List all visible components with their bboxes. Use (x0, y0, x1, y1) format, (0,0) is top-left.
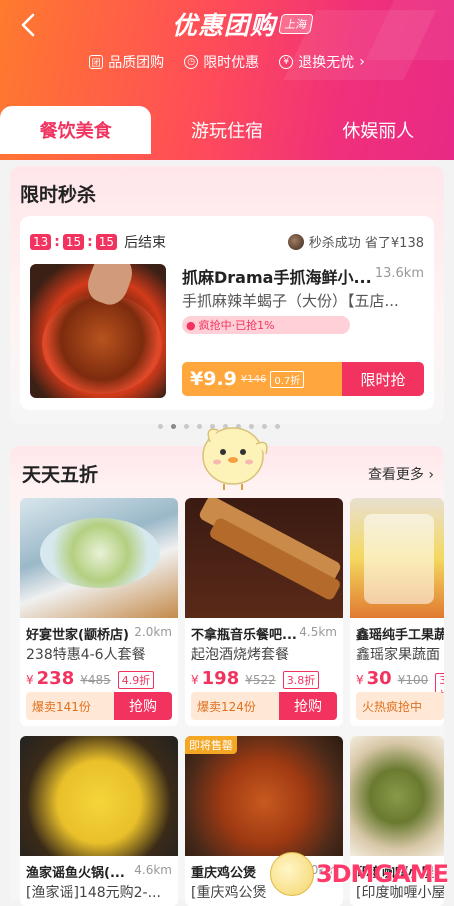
deal-card[interactable]: 鑫瑶纯手工果蔬 鑫瑶家果蔬面 ¥30 ¥100 3折 火热疯抢中 (350, 498, 444, 726)
grab-button[interactable]: 抢购 (114, 692, 172, 720)
deal-name: 重庆鸡公煲 (191, 866, 257, 881)
deal-name: 鑫瑶纯手工果蔬 (356, 628, 444, 643)
feature-strip: 团 品质团购 ◷ 限时优惠 ¥ 退换无忧 › (0, 52, 454, 72)
section-title: 天天五折 (22, 464, 99, 486)
deal-image (350, 498, 444, 618)
flash-buy-bar[interactable]: ¥9.9 ¥146 0.7折 限时抢 (182, 362, 424, 396)
flame-icon: ● (186, 318, 196, 332)
watermark-text: 3DMGAME (315, 860, 449, 888)
hot-progress: ● 疯抢中·已抢1% (182, 316, 350, 334)
sold-out-soon-badge: 即将售罄 (185, 736, 237, 754)
seckill-text: 秒杀成功 省了¥138 (308, 236, 424, 251)
decorative-shape (366, 0, 454, 60)
deal-distance: 2.0km (134, 625, 172, 639)
sold-count: 火热疯抢中 (356, 692, 444, 720)
product-desc: 手抓麻辣羊蝎子（大份）【五店... (182, 292, 399, 310)
deal-price: ¥238 ¥485 4.9折 (26, 668, 155, 689)
deal-desc: 238特惠4-6人套餐 (26, 647, 146, 663)
timer-minutes: 15 (62, 234, 85, 250)
deal-image (185, 498, 343, 618)
tab-travel[interactable]: 游玩住宿 (151, 106, 302, 154)
deal-card[interactable]: 好宴世家(颛桥店) 2.0km 238特惠4-6人套餐 ¥238 ¥485 4.… (20, 498, 178, 726)
back-arrow-icon[interactable] (14, 10, 44, 40)
sale-price: ¥9.9 (190, 368, 237, 390)
feature-refund[interactable]: ¥ 退换无忧 › (279, 52, 365, 72)
deal-card[interactable]: 渔家谣鱼火锅(... 4.6km [渔家谣]148元购2-... (20, 736, 178, 906)
deal-image: 即将售罄 (185, 736, 343, 856)
see-more-link[interactable]: 查看更多 › (368, 464, 434, 484)
discount-badge: 0.7折 (270, 370, 305, 388)
deal-name: 渔家谣鱼火锅(... (26, 866, 125, 881)
group-buy-icon: 团 (89, 55, 104, 69)
countdown-timer: 13 : 15 : 15 后结束 (30, 232, 166, 252)
avatar (287, 233, 304, 250)
category-tabs: 餐饮美食 游玩住宿 休娱丽人 (0, 106, 454, 154)
deal-image (20, 498, 178, 618)
carousel-dot[interactable] (171, 424, 176, 429)
deal-buy-bar: 爆卖141份 抢购 (26, 692, 172, 720)
deal-buy-bar: 爆卖124份 抢购 (191, 692, 337, 720)
price-block: ¥9.9 ¥146 0.7折 (182, 362, 342, 396)
watermark: 3DMGAME (269, 852, 449, 896)
deal-desc: 起泡酒烧烤套餐 (191, 647, 289, 663)
deal-image (20, 736, 178, 856)
deal-card[interactable]: 不拿瓶音乐餐吧... 4.5km 起泡酒烧烤套餐 ¥198 ¥522 3.8折 … (185, 498, 343, 726)
watermark-mascot-icon (269, 852, 314, 896)
feature-label: 品质团购 (108, 55, 165, 71)
product-name: 抓麻Drama手抓海鲜小... (182, 268, 372, 287)
feature-limited: ◷ 限时优惠 (184, 52, 259, 72)
timer-hours: 13 (30, 234, 52, 250)
deal-distance: 4.5km (299, 625, 337, 639)
deal-desc: [重庆鸡公煲 (191, 885, 267, 901)
flash-sale-card[interactable]: 13 : 15 : 15 后结束 秒杀成功 省了¥138 抓麻Drama手抓海鲜… (20, 216, 434, 410)
carousel-dot[interactable] (184, 424, 189, 429)
deal-image (350, 736, 444, 856)
product-distance: 13.6km (374, 266, 424, 281)
section-title: 限时秒杀 (20, 184, 97, 206)
grab-button[interactable]: 抢购 (279, 692, 337, 720)
page-title: 优惠团购 (172, 11, 277, 40)
feature-label: 退换无忧 (298, 55, 355, 71)
original-price: ¥146 (240, 373, 267, 385)
clock-icon: ◷ (184, 55, 199, 69)
sold-count: 爆卖124份 (191, 692, 279, 720)
product-image[interactable] (30, 264, 166, 398)
timer-suffix: 后结束 (124, 235, 167, 251)
chick-mascot-icon (202, 427, 268, 490)
sold-count: 爆卖141份 (26, 692, 114, 720)
timer-seconds: 15 (95, 234, 118, 250)
tab-food[interactable]: 餐饮美食 (0, 106, 152, 154)
yen-icon: ¥ (279, 55, 294, 69)
title-wrap: 优惠团购 上海 (172, 6, 314, 42)
deal-distance: 4.6km (134, 863, 172, 877)
header: 优惠团购 上海 团 品质团购 ◷ 限时优惠 ¥ 退换无忧 › 餐饮美食 游玩住宿… (0, 0, 454, 160)
deal-desc: [渔家谣]148元购2-... (26, 885, 161, 901)
deal-buy-bar: 火热疯抢中 (356, 692, 444, 720)
daily-deals-section: 天天五折 查看更多 › 好宴世家(颛桥店) 2.0km 238特惠4-6人套餐 … (10, 446, 444, 906)
flash-sale-section: 限时秒杀 13 : 15 : 15 后结束 秒杀成功 省了¥138 抓麻Dram… (10, 166, 444, 424)
flash-buy-button[interactable]: 限时抢 (342, 362, 424, 396)
feature-quality: 团 品质团购 (89, 52, 164, 72)
city-badge[interactable]: 上海 (278, 14, 314, 34)
deal-name: 不拿瓶音乐餐吧... (191, 628, 297, 643)
chevron-right-icon: › (359, 54, 365, 70)
feature-label: 限时优惠 (203, 55, 260, 71)
seckill-notice: 秒杀成功 省了¥138 (287, 232, 424, 251)
hot-text: 疯抢中·已抢1% (198, 319, 275, 332)
tab-entertainment[interactable]: 休娱丽人 (303, 106, 454, 154)
deal-desc: 鑫瑶家果蔬面 (356, 647, 440, 663)
deal-name: 好宴世家(颛桥店) (26, 628, 129, 643)
deal-price: ¥198 ¥522 3.8折 (191, 668, 320, 689)
carousel-dot[interactable] (158, 424, 163, 429)
